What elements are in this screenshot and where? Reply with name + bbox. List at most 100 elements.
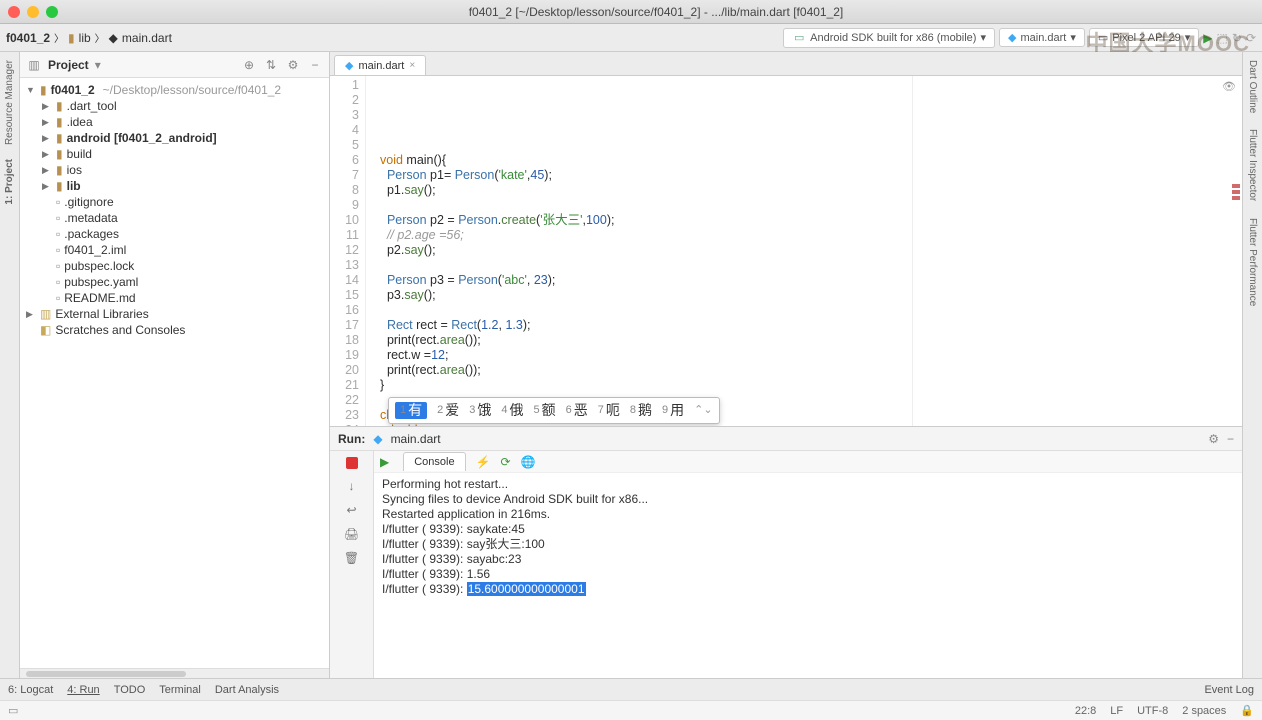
tree-external-libs[interactable]: ▶ ▥ External Libraries: [20, 306, 329, 322]
ime-candidates[interactable]: 1有 2爱 3饿 4俄 5额 6恶 7呃 8鹅 9用 ⌃⌄: [388, 397, 720, 424]
ime-candidate[interactable]: 5额: [534, 403, 556, 418]
profile-icon[interactable]: ⟳: [1246, 31, 1256, 45]
tree-item[interactable]: ▶▫.gitignore: [20, 194, 329, 210]
debug-icon[interactable]: ⬚: [1217, 31, 1228, 45]
ime-candidate[interactable]: 6恶: [566, 403, 588, 418]
tool-run[interactable]: 4: Run: [67, 684, 99, 696]
expand-icon[interactable]: ▶: [42, 133, 52, 144]
ime-candidate[interactable]: 7呃: [598, 403, 620, 418]
rail-flutter-performance[interactable]: Flutter Performance: [1247, 218, 1258, 306]
tree-root[interactable]: ▼ ▮ f0401_2 ~/Desktop/lesson/source/f040…: [20, 82, 329, 98]
tree-item[interactable]: ▶▮android [f0401_2_android]: [20, 130, 329, 146]
folder-icon: ▮: [56, 147, 63, 161]
editor-inspection-icon[interactable]: 👁: [1222, 80, 1236, 95]
breadcrumb: f0401_2 〉 ▮ lib 〉 ◆ main.dart: [6, 30, 172, 45]
crumb-folder[interactable]: lib: [79, 31, 91, 45]
tree-label: ios: [67, 163, 82, 177]
device-selector[interactable]: ▭ Android SDK built for x86 (mobile) ▾: [783, 28, 995, 48]
close-icon[interactable]: ×: [409, 60, 415, 71]
crumb-project[interactable]: f0401_2: [6, 31, 50, 45]
ime-candidate[interactable]: 2爱: [437, 403, 459, 418]
step-icon[interactable]: ↓: [349, 479, 355, 493]
gear-icon[interactable]: ⚙: [1208, 432, 1219, 446]
collapse-icon[interactable]: −: [307, 57, 323, 73]
horizontal-scrollbar[interactable]: [20, 668, 329, 678]
right-margin: [912, 76, 913, 426]
aim-icon[interactable]: ⊕: [241, 57, 257, 73]
ime-candidate[interactable]: 1有: [395, 402, 427, 419]
expand-icon[interactable]: ▼: [26, 85, 36, 95]
tree-item[interactable]: ▶▮build: [20, 146, 329, 162]
stop-icon[interactable]: [346, 457, 358, 469]
line-gutter: 1234567891011121314151617181920212223242…: [330, 76, 366, 426]
gear-icon[interactable]: ⚙: [285, 57, 301, 73]
ime-candidate[interactable]: 8鹅: [630, 403, 652, 418]
expand-icon[interactable]: ▶: [42, 181, 52, 192]
run-header: Run: ◆ main.dart ⚙ −: [330, 427, 1242, 451]
print-icon[interactable]: 🖨: [344, 527, 359, 541]
tool-todo[interactable]: TODO: [114, 684, 146, 696]
tool-dart-analysis[interactable]: Dart Analysis: [215, 684, 279, 696]
rail-dart-outline[interactable]: Dart Outline: [1247, 60, 1258, 113]
editor-tab-main[interactable]: ◆ main.dart ×: [334, 55, 426, 75]
lightning-icon[interactable]: ⚡: [476, 455, 491, 469]
expand-icon[interactable]: ▶: [42, 165, 52, 176]
tool-terminal[interactable]: Terminal: [159, 684, 201, 696]
expand-icon[interactable]: ▶: [42, 117, 52, 128]
minimize-icon[interactable]: [27, 6, 39, 18]
expand-icon[interactable]: ▶: [42, 149, 52, 160]
tree-item[interactable]: ▶▫.metadata: [20, 210, 329, 226]
crumb-file[interactable]: main.dart: [122, 31, 172, 45]
maximize-icon[interactable]: [46, 6, 58, 18]
console-tab[interactable]: Console: [403, 452, 465, 471]
rail-flutter-inspector[interactable]: Flutter Inspector: [1247, 129, 1258, 201]
tree-item[interactable]: ▶▮.idea: [20, 114, 329, 130]
console-output[interactable]: Performing hot restart...Syncing files t…: [374, 473, 1242, 678]
error-stripe[interactable]: [1232, 184, 1240, 200]
ime-candidate[interactable]: 4俄: [501, 403, 523, 418]
lock-icon[interactable]: 🔒: [1240, 704, 1254, 717]
cursor-position[interactable]: 22:8: [1075, 705, 1096, 717]
sidebar-title[interactable]: Project: [48, 58, 89, 72]
run-config-selector[interactable]: ◆ main.dart ▾: [999, 28, 1085, 47]
ime-page-icon[interactable]: ⌃⌄: [694, 403, 712, 418]
rail-resource-manager[interactable]: Resource Manager: [4, 60, 15, 145]
line-separator[interactable]: LF: [1110, 705, 1123, 717]
minimize-icon[interactable]: −: [1227, 432, 1234, 446]
tree-item[interactable]: ▶▮.dart_tool: [20, 98, 329, 114]
file-icon: ▫: [56, 275, 60, 289]
tree-scratches[interactable]: ▶ ◧ Scratches and Consoles: [20, 322, 329, 338]
expand-icon[interactable]: ▶: [42, 101, 52, 112]
close-icon[interactable]: [8, 6, 20, 18]
sort-icon[interactable]: ⇅: [263, 57, 279, 73]
tree-item[interactable]: ▶▫.packages: [20, 226, 329, 242]
globe-icon[interactable]: 🌐: [521, 455, 536, 469]
run-config-label[interactable]: main.dart: [391, 432, 441, 446]
ime-candidate[interactable]: 3饿: [469, 403, 491, 418]
coverage-icon[interactable]: ↻: [1232, 31, 1242, 45]
code-content[interactable]: 👁 void main(){ Person p1= Person('kate',…: [366, 76, 1242, 426]
tree-item[interactable]: ▶▫pubspec.lock: [20, 258, 329, 274]
run-icon[interactable]: ▶: [1203, 31, 1212, 45]
tool-logcat[interactable]: 6: Logcat: [8, 684, 53, 696]
expand-icon[interactable]: ▶: [26, 309, 36, 320]
reload-icon[interactable]: ⟳: [501, 455, 511, 469]
project-tree[interactable]: ▼ ▮ f0401_2 ~/Desktop/lesson/source/f040…: [20, 78, 329, 668]
chevron-down-icon[interactable]: ▾: [95, 58, 101, 72]
rail-project[interactable]: 1: Project: [4, 159, 15, 205]
trash-icon[interactable]: 🗑: [344, 551, 359, 565]
tree-item[interactable]: ▶▫README.md: [20, 290, 329, 306]
tree-item[interactable]: ▶▫pubspec.yaml: [20, 274, 329, 290]
code-editor[interactable]: 1234567891011121314151617181920212223242…: [330, 76, 1242, 426]
tree-item[interactable]: ▶▮ios: [20, 162, 329, 178]
chevron-down-icon: ▾: [1070, 31, 1076, 44]
rerun-icon[interactable]: ▶: [380, 455, 389, 469]
emulator-selector[interactable]: ▭ Pixel 2 API 29 ▾: [1089, 28, 1199, 47]
encoding[interactable]: UTF-8: [1137, 705, 1168, 717]
wrap-icon[interactable]: ↩: [346, 503, 356, 517]
indent[interactable]: 2 spaces: [1182, 705, 1226, 717]
tree-item[interactable]: ▶▮lib: [20, 178, 329, 194]
tree-item[interactable]: ▶▫f0401_2.iml: [20, 242, 329, 258]
event-log[interactable]: Event Log: [1204, 684, 1254, 696]
ime-candidate[interactable]: 9用: [662, 403, 684, 418]
